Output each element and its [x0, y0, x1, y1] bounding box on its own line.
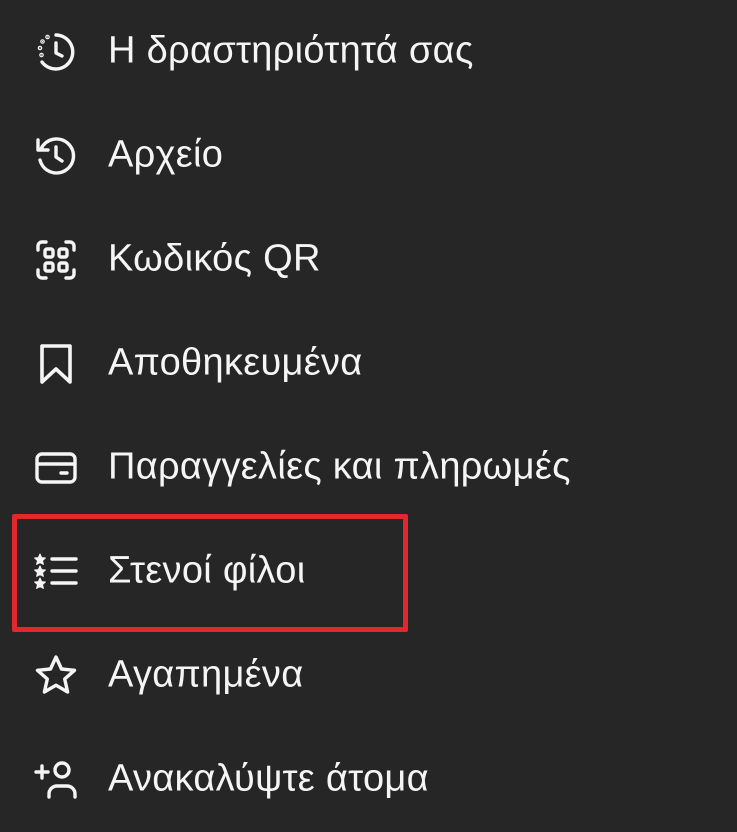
- menu-item-label: Η δραστηριότητά σας: [108, 29, 474, 72]
- menu-item-label: Αγαπημένα: [108, 653, 304, 696]
- add-person-icon: [32, 756, 80, 804]
- menu-item-discover-people[interactable]: Ανακαλύψτε άτομα: [0, 728, 737, 832]
- archive-history-icon: [32, 132, 80, 180]
- menu-item-label: Παραγγελίες και πληρωμές: [108, 445, 571, 488]
- menu-item-your-activity[interactable]: Η δραστηριότητά σας: [0, 0, 737, 104]
- menu-item-close-friends[interactable]: Στενοί φίλοι: [0, 520, 737, 624]
- menu-item-archive[interactable]: Αρχείο: [0, 104, 737, 208]
- qr-code-icon: [32, 236, 80, 284]
- menu-item-label: Κωδικός QR: [108, 237, 321, 280]
- menu-item-qr-code[interactable]: Κωδικός QR: [0, 208, 737, 312]
- menu-item-label: Στενοί φίλοι: [108, 549, 306, 592]
- menu-item-favorites[interactable]: Αγαπημένα: [0, 624, 737, 728]
- menu-item-saved[interactable]: Αποθηκευμένα: [0, 312, 737, 416]
- bookmark-icon: [32, 340, 80, 388]
- card-icon: [32, 444, 80, 492]
- star-icon: [32, 652, 80, 700]
- activity-clock-icon: [32, 28, 80, 76]
- menu-item-label: Αποθηκευμένα: [108, 341, 363, 384]
- menu-item-label: Αρχείο: [108, 133, 224, 176]
- close-friends-list-icon: [32, 548, 80, 596]
- menu-item-orders-payments[interactable]: Παραγγελίες και πληρωμές: [0, 416, 737, 520]
- side-menu: Η δραστηριότητά σας Αρχείο Κωδικός QR Απ…: [0, 0, 737, 832]
- menu-item-label: Ανακαλύψτε άτομα: [108, 757, 429, 800]
